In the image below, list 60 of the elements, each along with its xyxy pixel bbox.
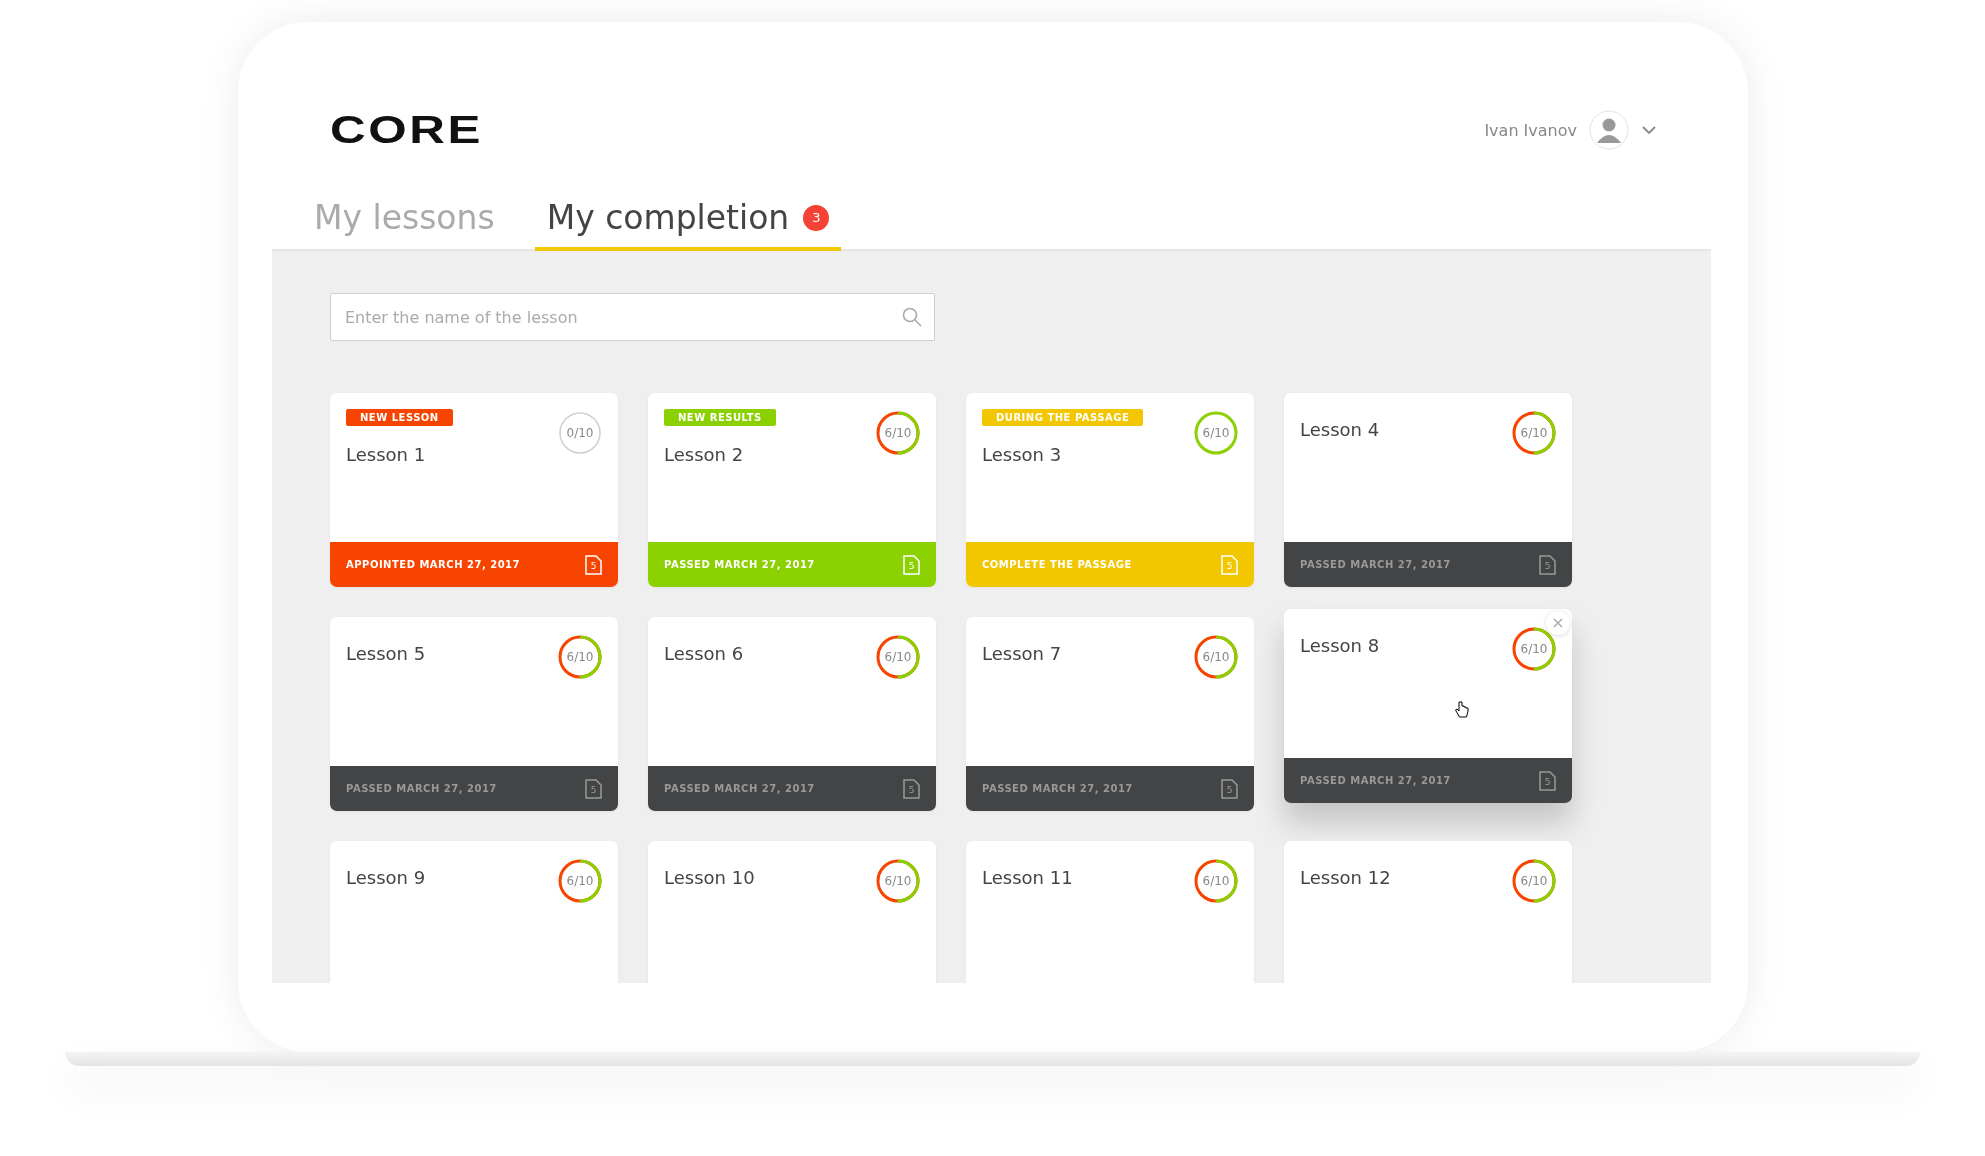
lesson-title: Lesson 1: [346, 444, 427, 465]
file-icon[interactable]: 5: [1539, 554, 1556, 575]
file-icon[interactable]: 5: [585, 554, 602, 575]
score-ring: 6/10: [558, 859, 602, 903]
status-tag: DURING THE PASSAGE: [982, 409, 1144, 426]
footer-text: PASSED MARCH 27, 2017: [1300, 559, 1451, 570]
score-ring: 6/10: [876, 635, 920, 679]
score-ring: 6/10: [876, 411, 920, 455]
logo[interactable]: CORE: [330, 108, 484, 152]
lesson-card[interactable]: NEW LESSON Lesson 1 0/10 APPOINTED MARCH 27, 2017 5: [330, 393, 618, 587]
lesson-card[interactable]: DURING THE PASSAGE Lesson 3 6/10 COMPLETE THE PASSAGE 5: [966, 393, 1254, 587]
score-ring: 6/10: [558, 635, 602, 679]
score-ring: 6/10: [1194, 411, 1238, 455]
lesson-title: Lesson 2: [664, 444, 745, 465]
lesson-title: Lesson 9: [346, 867, 426, 888]
score-ring: 6/10: [876, 859, 920, 903]
lesson-title: Lesson 3: [982, 444, 1063, 465]
footer-text: COMPLETE THE PASSAGE: [982, 559, 1132, 570]
lesson-card[interactable]: Lesson 7 6/10 PASSED MARCH 27, 2017 5: [966, 617, 1254, 811]
lesson-card[interactable]: Lesson 6 6/10 PASSED MARCH 27, 2017 5: [648, 617, 936, 811]
search-field[interactable]: Enter the name of the lesson: [330, 293, 935, 341]
file-icon[interactable]: 5: [1539, 770, 1556, 791]
footer-text: PASSED MARCH 27, 2017: [982, 783, 1133, 794]
footer-text: PASSED MARCH 27, 2017: [664, 783, 815, 794]
avatar-icon[interactable]: [1589, 110, 1629, 150]
footer-text: PASSED MARCH 27, 2017: [664, 559, 815, 570]
lesson-card[interactable]: Lesson 10 6/10: [648, 841, 936, 983]
lesson-card[interactable]: Lesson 9 6/10: [330, 841, 618, 983]
score-ring: 6/10: [1194, 859, 1238, 903]
score-ring: 6/10: [1512, 859, 1556, 903]
file-icon[interactable]: 5: [585, 778, 602, 799]
lesson-title: Lesson 4: [1300, 419, 1380, 440]
user-name[interactable]: Ivan Ivanov: [1484, 120, 1577, 140]
lesson-title: Lesson 12: [1300, 867, 1391, 888]
hand-cursor-icon: [1454, 701, 1470, 719]
score-ring: 6/10: [1194, 635, 1238, 679]
status-tag: NEW RESULTS: [664, 409, 776, 426]
lesson-card[interactable]: Lesson 4 6/10 PASSED MARCH 27, 2017 5: [1284, 393, 1572, 587]
lesson-card[interactable]: NEW RESULTS Lesson 2 6/10 PASSED MARCH 27, 2017 5: [648, 393, 936, 587]
lesson-title: Lesson 8: [1300, 635, 1380, 656]
lesson-title: Lesson 7: [982, 643, 1062, 664]
file-icon[interactable]: 5: [1221, 778, 1238, 799]
file-icon[interactable]: 5: [903, 778, 920, 799]
lesson-title: Lesson 6: [664, 643, 744, 664]
footer-text: PASSED MARCH 27, 2017: [346, 783, 497, 794]
count-badge: 3: [803, 204, 830, 231]
lesson-card[interactable]: Lesson 8 6/10 PASSED MARCH 27, 2017 5 ×: [1284, 609, 1572, 803]
lesson-card[interactable]: Lesson 12 6/10: [1284, 841, 1572, 983]
lesson-card[interactable]: Lesson 5 6/10 PASSED MARCH 27, 2017 5: [330, 617, 618, 811]
lesson-title: Lesson 5: [346, 643, 426, 664]
score-ring: 0/10: [558, 411, 602, 455]
footer-text: PASSED MARCH 27, 2017: [1300, 775, 1451, 786]
lesson-title: Lesson 10: [664, 867, 755, 888]
lesson-card[interactable]: Lesson 11 6/10: [966, 841, 1254, 983]
footer-text: APPOINTED MARCH 27, 2017: [346, 559, 521, 570]
score-ring: 6/10: [1512, 411, 1556, 455]
lesson-title: Lesson 11: [982, 867, 1073, 888]
search-icon[interactable]: [901, 306, 923, 328]
status-tag: NEW LESSON: [346, 409, 453, 426]
chevron-down-icon[interactable]: [1641, 125, 1657, 135]
